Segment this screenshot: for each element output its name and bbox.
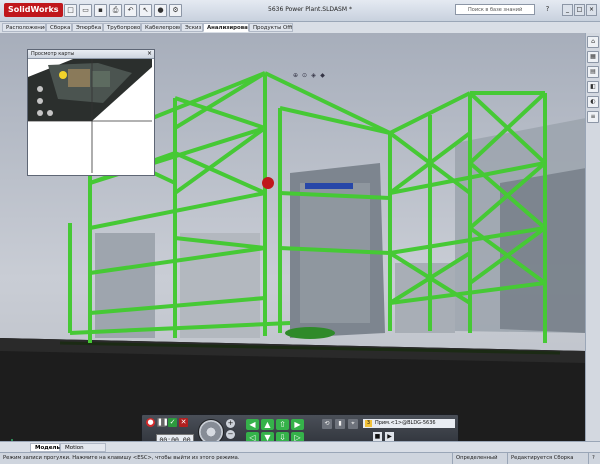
walk-mode-icon[interactable]: ⟲ (322, 419, 332, 429)
close-button[interactable]: × (586, 4, 597, 16)
new-icon[interactable]: □ (64, 4, 77, 17)
design-library-icon[interactable]: ▦ (587, 51, 599, 63)
minimize-button[interactable]: _ (562, 4, 573, 16)
move-forward-icon[interactable]: ▲ (261, 419, 274, 430)
sequence-number: 3 (365, 420, 372, 427)
record-controls: ● ❚❚ ✓ ✕ (146, 418, 188, 427)
pause-icon[interactable]: ❚❚ (157, 418, 169, 427)
sequence-label[interactable]: Прим.<1>@BLDG-5636 (363, 419, 455, 428)
print-icon[interactable]: ⎙ (109, 4, 122, 17)
title-bar: SolidWorks □ ▭ ▪ ⎙ ↶ ↖ ● ⚙ 5636 Power Pl… (0, 0, 600, 22)
zoom-controls: + − (226, 419, 235, 439)
accept-icon[interactable]: ✓ (168, 418, 177, 427)
cancel-icon[interactable]: ✕ (179, 418, 188, 427)
tab-piping[interactable]: Трубопровод (103, 23, 141, 32)
turn-right-icon[interactable]: ▶ (291, 419, 304, 430)
solidworks-logo[interactable]: SolidWorks (4, 3, 63, 17)
map-view-panel[interactable]: Просмотр карты × (27, 49, 155, 176)
movement-controls: ◀ ▲ ⇧ ▶ ◁ ▼ ⇩ ▷ (246, 419, 304, 443)
rebuild-icon[interactable]: ● (154, 4, 167, 17)
zoom-out-button[interactable]: − (226, 430, 235, 439)
file-explorer-icon[interactable]: ▤ (587, 66, 599, 78)
turn-left-icon[interactable]: ◀ (246, 419, 259, 430)
tab-conduit[interactable]: Кабелепровод (141, 23, 181, 32)
speed-icon[interactable]: ▮ (335, 419, 345, 429)
tab-model[interactable]: Модель (30, 443, 60, 452)
play-icon[interactable]: ▶ (385, 432, 394, 441)
display-style-icon[interactable]: ◆ (319, 72, 326, 79)
zoom-area-icon[interactable]: ⊙ (301, 72, 308, 79)
window-controls: _ □ × (562, 4, 597, 16)
zoom-in-button[interactable]: + (226, 419, 235, 428)
custom-properties-icon[interactable]: ≡ (587, 111, 599, 123)
select-icon[interactable]: ↖ (139, 4, 152, 17)
tab-layout[interactable]: Расположение (2, 23, 46, 32)
help-icon[interactable]: ? (588, 453, 595, 464)
tab-assembly[interactable]: Сборка (46, 23, 72, 32)
close-icon[interactable]: × (147, 50, 152, 58)
maximize-button[interactable]: □ (574, 4, 585, 16)
extra-controls: ⟲ ▮ ⌖ (322, 419, 358, 429)
status-message: Режим записи прогулки. Нажмите на клавиш… (3, 455, 240, 461)
status-edit-mode: Редактируется Сборка (507, 453, 573, 464)
tab-sketch[interactable]: Эскиз (181, 23, 203, 32)
tab-motion-study[interactable]: Motion Study 1 (60, 443, 106, 460)
task-pane-strip: ⌂ ▦ ▤ ◧ ◐ ≡ (585, 33, 600, 441)
map-view-title: Просмотр карты (28, 50, 154, 59)
options-icon[interactable]: ⚙ (169, 4, 182, 17)
record-icon[interactable]: ● (146, 418, 155, 427)
help-icon[interactable]: ? (543, 4, 552, 15)
view-orientation-icon[interactable]: ◈ (310, 72, 317, 79)
view-heads-up-toolbar: ⊕ ⊙ ◈ ◆ (292, 72, 326, 79)
map-view-image (28, 59, 152, 173)
home-icon[interactable]: ⌂ (587, 36, 599, 48)
tab-weldments[interactable]: Эпюрбка (72, 23, 103, 32)
standard-toolbar: □ ▭ ▪ ⎙ ↶ ↖ ● ⚙ (64, 4, 182, 17)
appearances-icon[interactable]: ◐ (587, 96, 599, 108)
undo-icon[interactable]: ↶ (124, 4, 137, 17)
status-bar: Режим записи прогулки. Нажмите на клавиш… (0, 452, 600, 464)
stop-icon[interactable]: ■ (373, 432, 382, 441)
playback-controls: ■ ▶ (373, 432, 394, 441)
tab-office-products[interactable]: Продукты Office (249, 23, 293, 32)
hold-icon[interactable]: ⌖ (348, 419, 358, 429)
up-icon[interactable]: ⇧ (276, 419, 289, 430)
search-input[interactable]: Поиск в базе знаний (455, 4, 535, 15)
help-icons: ? (543, 4, 552, 15)
save-icon[interactable]: ▪ (94, 4, 107, 17)
tab-analyze[interactable]: Анализировать (203, 23, 249, 32)
view-palette-icon[interactable]: ◧ (587, 81, 599, 93)
zoom-fit-icon[interactable]: ⊕ (292, 72, 299, 79)
status-defined: Определенный (452, 453, 498, 464)
document-title: 5636 Power Plant.SLDASM * (268, 6, 352, 13)
open-icon[interactable]: ▭ (79, 4, 92, 17)
